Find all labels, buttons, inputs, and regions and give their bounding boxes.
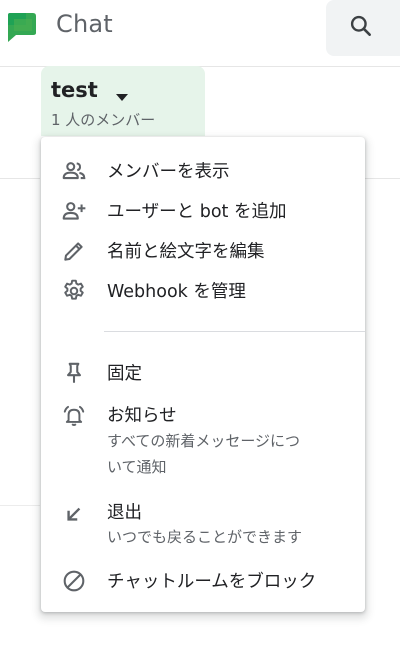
gear-icon [61,278,87,304]
background-divider [365,178,400,179]
people-icon [61,158,87,184]
menu-item-leave[interactable]: 退出 いつでも戻ることができます [41,492,365,552]
person-add-icon [61,198,87,224]
menu-item-block-room[interactable]: チャットルームをブロック [41,561,365,601]
caret-down-icon [115,88,129,101]
chat-app: Chat test 1 人のメンバー メンバーを表示 ユーザーと bot を追加… [0,0,400,648]
pencil-icon [61,238,87,264]
menu-item-description: すべての新着メッセージにつ いて通知 [107,428,357,480]
description-line: すべての新着メッセージにつ [107,432,301,450]
menu-item-view-members[interactable]: メンバーを表示 [41,151,365,191]
menu-item-notifications[interactable]: お知らせ すべての新着メッセージにつ いて通知 [41,395,365,485]
menu-item-label: メンバーを表示 [107,162,230,182]
top-app-bar: Chat [0,0,400,67]
menu-item-description: いつでも戻ることができます [107,524,357,550]
menu-item-label: お知らせ [107,406,177,426]
app-title: Chat [56,10,113,38]
pin-icon [61,360,87,386]
menu-item-manage-webhooks[interactable]: Webhook を管理 [41,271,365,311]
menu-item-label: チャットルームをブロック [107,572,317,592]
search-icon[interactable] [348,13,374,39]
search-bar[interactable] [326,0,400,56]
menu-item-label: 名前と絵文字を編集 [107,242,265,262]
alarm-bell-icon [61,403,87,429]
description-line: いつでも戻ることができます [107,528,303,546]
block-icon [61,568,87,594]
arrow-down-left-icon [61,501,87,527]
menu-item-label: 固定 [107,364,142,384]
menu-separator [104,331,365,332]
menu-item-edit-name-emoji[interactable]: 名前と絵文字を編集 [41,231,365,271]
room-options-menu: メンバーを表示 ユーザーと bot を追加 名前と絵文字を編集 Webhook … [41,137,365,612]
menu-item-label: ユーザーと bot を追加 [107,202,287,222]
menu-item-label: Webhook を管理 [107,282,246,302]
background-divider [0,178,40,179]
menu-item-pin[interactable]: 固定 [41,353,365,393]
chat-logo-icon [4,9,40,43]
room-member-count: 1 人のメンバー [51,111,156,129]
menu-item-label: 退出 [107,503,142,523]
menu-item-add-people-bots[interactable]: ユーザーと bot を追加 [41,191,365,231]
background-divider [0,505,40,506]
room-name: test [51,78,98,102]
room-header-chip[interactable]: test 1 人のメンバー [41,66,205,136]
description-line: いて通知 [107,458,167,476]
